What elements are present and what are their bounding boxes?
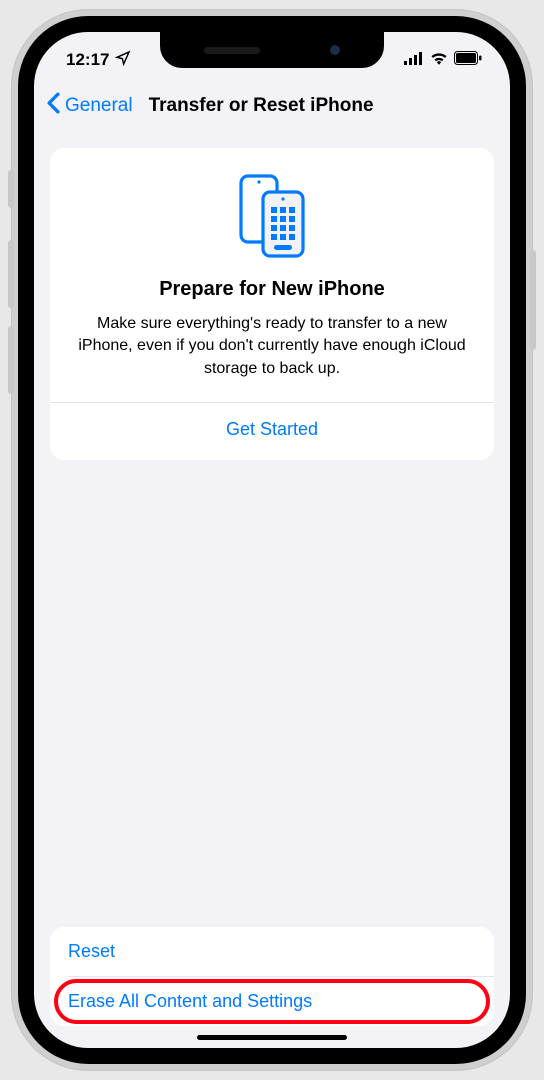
back-label: General: [65, 95, 133, 117]
get-started-button[interactable]: Get Started: [70, 403, 474, 444]
cellular-icon: [404, 50, 424, 70]
reset-label: Reset: [68, 941, 115, 961]
reset-group: Reset Erase All Content and Settings: [50, 927, 494, 1026]
home-indicator[interactable]: [197, 1035, 347, 1040]
erase-label: Erase All Content and Settings: [68, 991, 312, 1011]
transfer-iphone-icon: [70, 172, 474, 260]
prepare-body: Make sure everything's ready to transfer…: [70, 313, 474, 402]
battery-icon: [454, 50, 482, 70]
back-button[interactable]: General: [46, 92, 133, 120]
status-time: 12:17: [66, 50, 109, 70]
wifi-icon: [430, 50, 448, 70]
page-title: Transfer or Reset iPhone: [149, 95, 498, 117]
nav-bar: General Transfer or Reset iPhone: [34, 80, 510, 132]
prepare-title: Prepare for New iPhone: [70, 278, 474, 301]
location-icon: [115, 50, 131, 71]
reset-row[interactable]: Reset: [50, 927, 494, 976]
prepare-card: Prepare for New iPhone Make sure everyth…: [50, 148, 494, 460]
chevron-left-icon: [46, 92, 61, 120]
erase-all-row[interactable]: Erase All Content and Settings: [50, 977, 494, 1026]
